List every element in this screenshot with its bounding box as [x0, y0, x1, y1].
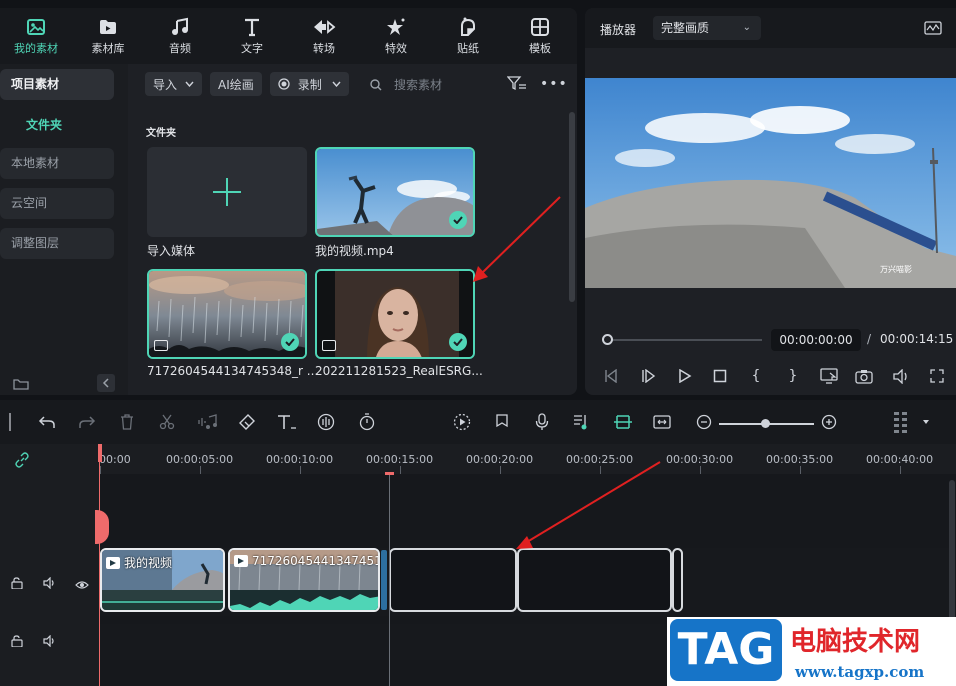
watermark-url: www.tagxp.com: [795, 663, 925, 681]
watermark-tag-logo: TAG: [670, 619, 782, 681]
watermark-site-name: 电脑技术网: [790, 627, 921, 657]
arrow-head-icon: [516, 536, 533, 549]
app-root: 我的素材 素材库 音频 文字 转场 特效 贴纸 模板 项目素材 文件夹 本地素材…: [0, 0, 956, 686]
annotation-arrow-media: [481, 196, 561, 274]
site-watermark: TAG 电脑技术网 www.tagxp.com: [667, 617, 956, 686]
annotation-arrows: [473, 196, 661, 549]
annotation-arrow-timeline: [526, 461, 661, 543]
